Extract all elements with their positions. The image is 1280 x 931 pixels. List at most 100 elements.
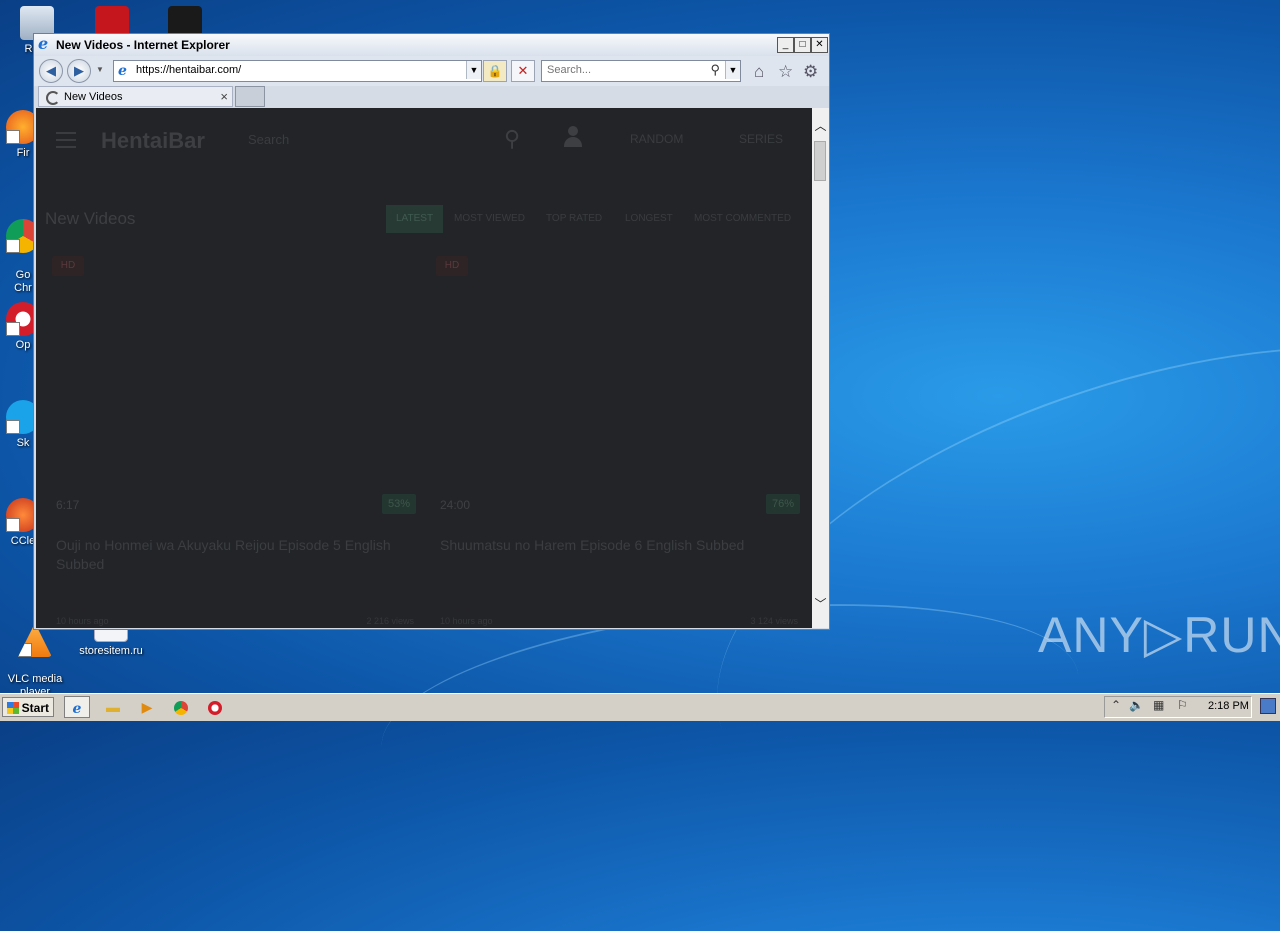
forward-button[interactable]: ▶ xyxy=(67,59,91,83)
video-rating: 53% xyxy=(382,494,416,514)
vertical-scrollbar[interactable]: ︿ ﹀ xyxy=(812,108,829,628)
folder-icon: ▬ xyxy=(106,699,120,715)
video-card[interactable]: HD 6:17 53% Ouji no Honmei wa Akuyaku Re… xyxy=(52,250,422,628)
address-dropdown-icon[interactable]: ▼ xyxy=(466,61,481,79)
taskbar-media-player[interactable]: ▶ xyxy=(134,696,160,718)
user-icon[interactable] xyxy=(564,126,582,148)
ie-logo-icon: e xyxy=(38,34,49,53)
scroll-up-icon[interactable]: ︿ xyxy=(812,118,829,135)
minimize-button[interactable]: _ xyxy=(777,37,794,53)
video-title[interactable]: Ouji no Honmei wa Akuyaku Reijou Episode… xyxy=(56,536,406,574)
tab-bar: New Videos × xyxy=(34,86,829,108)
action-center-flag-icon[interactable]: ⚐ xyxy=(1177,698,1188,712)
shortcut-arrow-icon xyxy=(6,239,20,253)
taskbar-ie[interactable]: e xyxy=(64,696,90,718)
forward-arrow-icon: ▶ xyxy=(74,63,84,78)
address-bar[interactable]: e https://hentaibar.com/ ▼ xyxy=(113,60,482,82)
address-url[interactable]: https://hentaibar.com/ xyxy=(136,64,241,76)
desktop-icon-label: Op xyxy=(15,339,31,351)
shortcut-arrow-icon xyxy=(18,643,32,657)
clock[interactable]: 2:18 PM xyxy=(1208,700,1249,712)
sort-tab-most-commented[interactable]: MOST COMMENTED xyxy=(684,205,801,233)
close-button[interactable]: ✕ xyxy=(811,37,828,53)
video-age: 10 hours ago xyxy=(56,616,109,626)
search-icon[interactable]: ⚲ xyxy=(710,62,720,78)
tab-label: New Videos xyxy=(64,91,123,103)
history-dropdown-icon[interactable]: ▼ xyxy=(96,65,104,74)
new-tab-button[interactable] xyxy=(235,86,265,107)
tab-new-videos[interactable]: New Videos × xyxy=(38,86,233,107)
lock-icon: 🔒 xyxy=(487,64,503,78)
anyrun-watermark: ANY▷RUN xyxy=(1038,607,1280,663)
page-content: HentaiBar Search ⚲ RANDOM SERIES New Vid… xyxy=(36,108,812,628)
desktop-icon-label: Sk xyxy=(16,437,30,449)
chrome-icon xyxy=(174,701,188,716)
shortcut-arrow-icon xyxy=(6,518,20,532)
opera-icon xyxy=(208,701,222,716)
scrollbar-thumb[interactable] xyxy=(814,141,826,181)
tray-expand-icon[interactable]: ⌃ xyxy=(1111,698,1121,712)
window-title: New Videos - Internet Explorer xyxy=(56,38,230,52)
favorites-star-icon[interactable]: ☆ xyxy=(778,62,793,82)
windows-logo-icon xyxy=(7,702,19,714)
tab-close-icon[interactable]: × xyxy=(220,89,228,104)
volume-icon[interactable]: 🔈 xyxy=(1129,698,1144,712)
video-age: 10 hours ago xyxy=(440,616,493,626)
taskbar-explorer[interactable]: ▬ xyxy=(100,696,126,718)
home-icon[interactable]: ⌂ xyxy=(754,62,764,82)
start-label: Start xyxy=(21,701,49,715)
back-button[interactable]: ◀ xyxy=(39,59,63,83)
site-search-input[interactable]: Search xyxy=(248,132,289,147)
site-logo[interactable]: HentaiBar xyxy=(101,128,205,154)
network-icon[interactable]: ▦ xyxy=(1153,698,1164,712)
title-bar[interactable]: e New Videos - Internet Explorer _ □ ✕ xyxy=(34,34,829,56)
sort-tab-top-rated[interactable]: TOP RATED xyxy=(536,205,612,233)
settings-gear-icon[interactable]: ⚙ xyxy=(803,62,818,82)
sort-tab-longest[interactable]: LONGEST xyxy=(615,205,683,233)
stop-icon: ✕ xyxy=(517,63,529,78)
shortcut-arrow-icon xyxy=(6,130,20,144)
media-player-icon: ▶ xyxy=(141,699,153,715)
video-views: 3 124 views xyxy=(750,616,798,626)
taskbar-chrome[interactable] xyxy=(168,696,194,718)
nav-series[interactable]: SERIES xyxy=(739,132,783,146)
navigation-bar: ◀ ▶ ▼ e https://hentaibar.com/ ▼ 🔒 ✕ ⚲ ▼… xyxy=(34,56,829,86)
loading-spinner-icon xyxy=(46,91,60,105)
video-duration: 6:17 xyxy=(56,498,80,512)
security-lock-button[interactable]: 🔒 xyxy=(483,60,507,82)
taskbar-opera[interactable] xyxy=(202,696,228,718)
page-title: New Videos xyxy=(45,209,136,228)
hd-badge: HD xyxy=(436,256,468,276)
menu-icon[interactable] xyxy=(56,132,76,148)
desktop-icon-label: Go Chr xyxy=(14,269,32,294)
sort-tab-latest[interactable]: LATEST xyxy=(386,205,444,233)
browser-search-box[interactable]: ⚲ ▼ xyxy=(541,60,741,82)
ie-page-icon: e xyxy=(118,63,127,79)
shortcut-arrow-icon xyxy=(6,322,20,336)
search-dropdown-icon[interactable]: ▼ xyxy=(725,61,740,79)
video-views: 2 216 views xyxy=(366,616,414,626)
start-button[interactable]: Start xyxy=(2,697,54,717)
desktop-icon-label: CCle xyxy=(10,535,36,547)
nav-random[interactable]: RANDOM xyxy=(630,132,683,146)
video-rating: 76% xyxy=(766,494,800,514)
hd-badge: HD xyxy=(52,256,84,276)
browser-search-input[interactable] xyxy=(545,63,709,77)
show-desktop-icon[interactable] xyxy=(1260,698,1276,714)
maximize-button[interactable]: □ xyxy=(794,37,811,53)
ie-window: e New Videos - Internet Explorer _ □ ✕ ◀… xyxy=(33,33,830,630)
shortcut-arrow-icon xyxy=(6,420,20,434)
desktop-icon-label: storesitem.ru xyxy=(79,645,143,657)
taskbar: Start e ▬ ▶ ⌃ 🔈 ▦ ⚐ 2:18 PM xyxy=(0,693,1280,721)
site-header: HentaiBar Search ⚲ RANDOM SERIES xyxy=(36,108,812,172)
back-arrow-icon: ◀ xyxy=(46,63,56,78)
sort-tab-most-viewed[interactable]: MOST VIEWED xyxy=(444,205,535,233)
video-duration: 24:00 xyxy=(440,498,471,512)
stop-button[interactable]: ✕ xyxy=(511,60,535,82)
scroll-down-icon[interactable]: ﹀ xyxy=(812,596,829,613)
search-icon[interactable]: ⚲ xyxy=(504,126,520,152)
video-title[interactable]: Shuumatsu no Harem Episode 6 English Sub… xyxy=(440,536,790,555)
ie-icon: e xyxy=(72,701,82,717)
desktop-icon-label: Fir xyxy=(16,147,30,159)
video-card[interactable]: HD 24:00 76% Shuumatsu no Harem Episode … xyxy=(436,250,806,628)
